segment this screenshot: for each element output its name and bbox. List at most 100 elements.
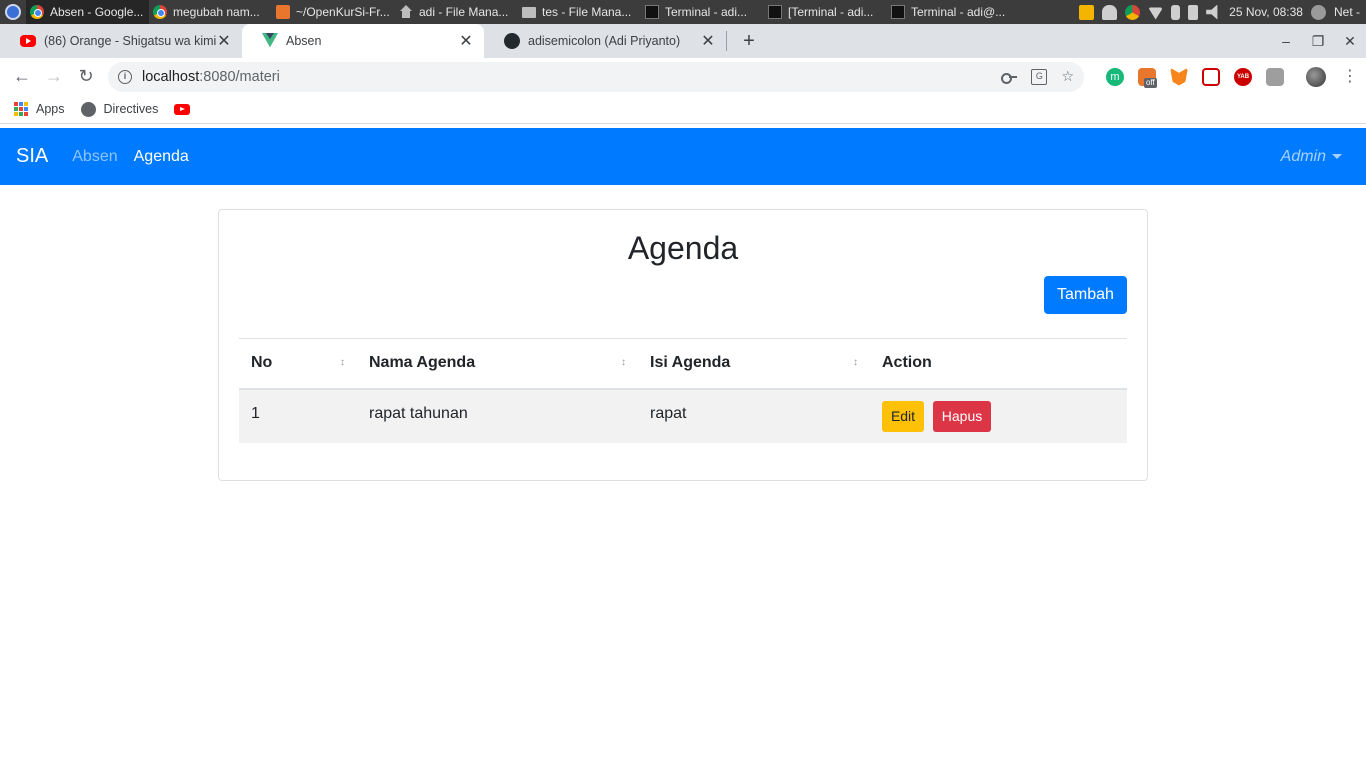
metamask-fox-icon[interactable] xyxy=(1170,67,1188,86)
navbar-brand[interactable]: SIA xyxy=(16,145,48,168)
edit-button[interactable]: Edit xyxy=(882,400,924,432)
home-folder-icon xyxy=(399,5,413,19)
cell-isi-agenda: rapat xyxy=(638,388,870,443)
browser-tab[interactable]: adisemicolon (Adi Priyanto) ✕ xyxy=(484,24,726,58)
sort-icon[interactable]: ↕ xyxy=(621,357,626,368)
taskbar-task[interactable]: tes - File Mana... xyxy=(518,0,641,24)
notifications-off-icon[interactable] xyxy=(1102,4,1118,20)
cell-no: 1 xyxy=(239,388,357,443)
site-info-icon[interactable]: i xyxy=(118,69,132,84)
address-bar[interactable]: i localhost:8080/materi G ☆ xyxy=(108,61,1084,92)
chrome-icon[interactable] xyxy=(1125,4,1141,20)
sort-icon[interactable]: ↕ xyxy=(853,357,858,368)
tab-title: Absen xyxy=(286,34,322,48)
new-tab-button[interactable]: + xyxy=(735,24,763,58)
bookmark-apps[interactable]: Apps xyxy=(14,102,65,116)
delete-button[interactable]: Hapus xyxy=(933,400,991,432)
tab-title: (86) Orange - Shigatsu wa kimi xyxy=(44,34,216,48)
window-controls: – ❐ ✕ xyxy=(1270,24,1366,58)
taskbar-task[interactable]: megubah nam... xyxy=(149,0,272,24)
close-window-icon[interactable]: ✕ xyxy=(1334,33,1366,50)
table-row: 1 rapat tahunan rapat Edit Hapus xyxy=(239,388,1127,443)
agenda-table: No ↕ Nama Agenda ↕ Isi Agenda ↕ Action 1 ra… xyxy=(239,338,1127,443)
terminal-icon xyxy=(891,5,905,19)
help-icon[interactable] xyxy=(1310,4,1326,20)
notes-icon[interactable] xyxy=(1079,4,1095,20)
password-key-icon[interactable] xyxy=(1001,72,1018,84)
nav-link-absen[interactable]: Absen xyxy=(72,148,117,166)
youtube-icon xyxy=(20,35,36,47)
task-title: tes - File Mana... xyxy=(542,5,632,19)
chrome-icon xyxy=(153,5,167,19)
youtube-icon xyxy=(174,103,191,115)
page-title: Agenda xyxy=(627,230,739,266)
translate-icon[interactable]: G xyxy=(1031,68,1048,85)
close-tab-icon[interactable]: ✕ xyxy=(700,31,716,51)
bluetooth-icon[interactable] xyxy=(1171,4,1181,20)
close-tab-icon[interactable]: ✕ xyxy=(216,31,232,51)
task-title: [Terminal - adi... xyxy=(788,5,874,19)
image-extension-icon[interactable] xyxy=(1266,67,1284,86)
bookmarks-bar: Apps Directives xyxy=(0,95,1366,124)
taskbar-task[interactable]: Absen - Google... xyxy=(26,0,149,24)
clock[interactable]: 25 Nov, 08:38 xyxy=(1229,5,1303,19)
web-page: SIA Absen Agenda Admin Agenda Tambah No ↕… xyxy=(0,128,1366,768)
sort-icon[interactable]: ↕ xyxy=(340,357,345,368)
profile-avatar[interactable] xyxy=(1306,66,1326,87)
bookmark-youtube[interactable] xyxy=(174,103,191,115)
add-agenda-button[interactable]: Tambah xyxy=(1044,276,1127,314)
taskbar-task[interactable]: Terminal - adi@... xyxy=(887,0,1010,24)
column-header-action: Action xyxy=(870,338,1127,390)
taskbar-task[interactable]: [Terminal - adi... xyxy=(764,0,887,24)
system-tray: 25 Nov, 08:38 Net - xyxy=(1079,0,1366,24)
browser-tab[interactable]: (86) Orange - Shigatsu wa kimi ✕ xyxy=(0,24,242,58)
tab-title: adisemicolon (Adi Priyanto) xyxy=(528,34,681,48)
reload-icon: ↻ xyxy=(78,66,94,86)
app-navbar: SIA Absen Agenda Admin xyxy=(0,128,1366,185)
column-header-no[interactable]: No ↕ xyxy=(239,338,357,390)
restore-icon[interactable]: ❐ xyxy=(1302,33,1334,50)
play-extension-icon[interactable] xyxy=(1202,67,1220,86)
m-extension-icon[interactable]: m xyxy=(1106,67,1124,86)
taskbar-task[interactable]: adi - File Mana... xyxy=(395,0,518,24)
column-header-isi[interactable]: Isi Agenda ↕ xyxy=(638,338,870,390)
column-header-nama[interactable]: Nama Agenda ↕ xyxy=(357,338,638,390)
url-path: :8080/materi xyxy=(199,68,280,85)
battery-icon[interactable] xyxy=(1188,4,1199,20)
close-tab-icon[interactable]: ✕ xyxy=(458,31,474,51)
user-dropdown[interactable]: Admin xyxy=(1281,148,1350,166)
agenda-card: Agenda Tambah No ↕ Nama Agenda ↕ Isi Agend… xyxy=(218,209,1148,481)
cell-nama-agenda: rapat tahunan xyxy=(357,388,638,443)
task-title: Terminal - adi... xyxy=(665,5,748,19)
minimize-icon[interactable]: – xyxy=(1270,33,1302,49)
start-menu-button[interactable] xyxy=(0,0,26,24)
forward-button[interactable]: → xyxy=(38,61,70,93)
task-title: Absen - Google... xyxy=(50,5,144,19)
bookmark-directives[interactable]: Directives xyxy=(80,101,158,117)
task-title: Terminal - adi@... xyxy=(911,5,1006,19)
browser-tab-active[interactable]: Absen ✕ xyxy=(242,24,484,58)
bookmark-star-icon[interactable]: ☆ xyxy=(1061,68,1074,85)
sublime-icon xyxy=(276,5,290,19)
table-header-row: No ↕ Nama Agenda ↕ Isi Agenda ↕ Action xyxy=(239,338,1127,390)
nav-link-agenda[interactable]: Agenda xyxy=(134,148,189,166)
browser-tab-strip: (86) Orange - Shigatsu wa kimi ✕ Absen ✕… xyxy=(0,24,1366,58)
terminal-icon xyxy=(768,5,782,19)
arrow-right-icon: → xyxy=(45,66,63,86)
yab-extension-icon[interactable]: YAB xyxy=(1234,67,1252,86)
back-button[interactable]: ← xyxy=(6,61,38,93)
taskbar-task[interactable]: Terminal - adi... xyxy=(641,0,764,24)
extension-badge: off xyxy=(1144,77,1157,88)
browser-toolbar: ← → ↻ i localhost:8080/materi G ☆ m off … xyxy=(0,58,1366,95)
volume-icon[interactable] xyxy=(1206,4,1218,20)
user-name: Admin xyxy=(1280,147,1326,165)
reload-button[interactable]: ↻ xyxy=(70,61,102,93)
task-title: ~/OpenKurSi-Fr... xyxy=(296,5,390,19)
taskbar-task[interactable]: ~/OpenKurSi-Fr... xyxy=(272,0,395,24)
chrome-menu-icon[interactable]: ⋮ xyxy=(1340,68,1360,85)
wifi-icon[interactable] xyxy=(1148,7,1164,20)
url-host: localhost xyxy=(142,68,200,85)
off-extension-icon[interactable]: off xyxy=(1138,67,1157,88)
column-label: No xyxy=(251,354,273,372)
cell-action: Edit Hapus xyxy=(870,388,1127,443)
